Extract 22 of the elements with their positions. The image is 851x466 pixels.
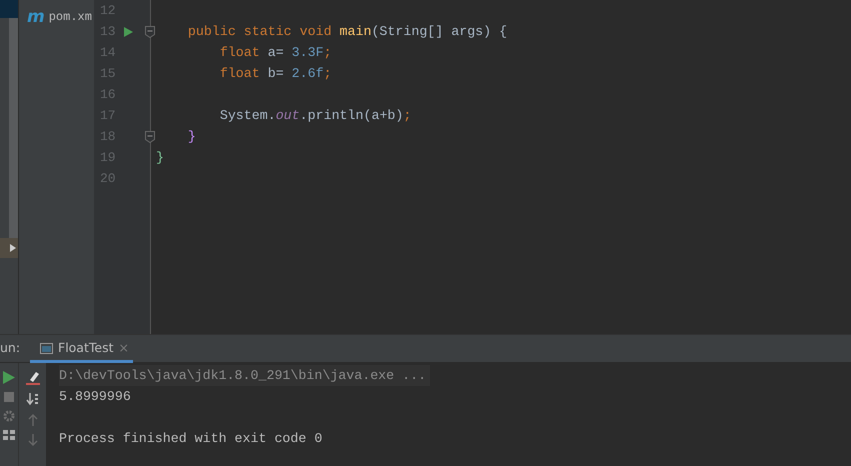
console-output: 5.8999996: [59, 388, 132, 406]
run-label: un:: [0, 339, 22, 358]
run-icon[interactable]: [123, 26, 133, 36]
code-line: float a= 3.3F;: [218, 44, 333, 62]
code-line: float b= 2.6f;: [218, 65, 333, 83]
run-tab[interactable]: FloatTest ×: [30, 334, 133, 362]
expand-icon[interactable]: [0, 238, 18, 258]
code-line: System.out.println(a+b);: [218, 107, 412, 125]
run-icon[interactable]: [3, 371, 15, 384]
code-line: }: [155, 149, 165, 167]
clear-icon[interactable]: [26, 371, 40, 385]
fold-icon[interactable]: [145, 130, 155, 142]
file-name[interactable]: pom.xm: [48, 8, 92, 26]
code-line: public static void main(String[] args) {: [186, 23, 508, 41]
maven-file-icon: m: [27, 8, 45, 26]
layout-icon[interactable]: [3, 430, 15, 440]
console-icon: [40, 343, 53, 354]
selection-highlight: [0, 0, 18, 18]
sort-icon[interactable]: [26, 393, 40, 406]
console-output: Process finished with exit code 0: [59, 430, 324, 448]
fold-icon[interactable]: [145, 26, 155, 38]
code-line: }: [186, 128, 197, 146]
